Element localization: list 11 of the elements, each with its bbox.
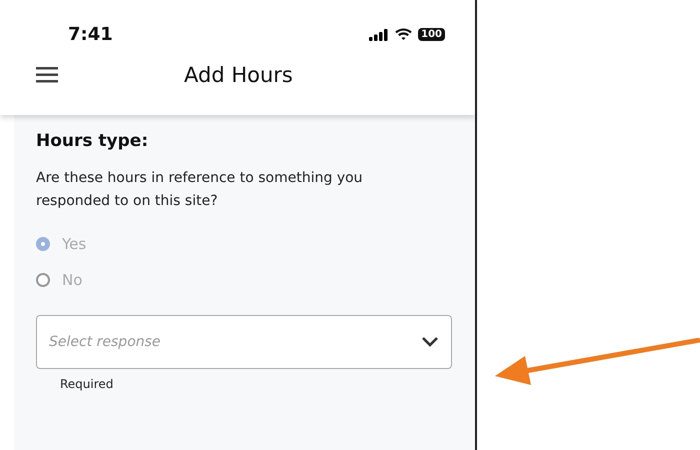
section-heading: Hours type:	[36, 131, 150, 151]
response-dropdown[interactable]: Select response	[36, 315, 452, 369]
menu-icon[interactable]	[36, 67, 58, 83]
status-time: 7:41	[68, 24, 113, 45]
chevron-down-icon	[421, 336, 439, 348]
question-text: Are these hours in reference to something you responded to on this site?	[36, 169, 364, 211]
signal-icon	[369, 28, 390, 40]
page-title: Add Hours	[184, 63, 293, 87]
required-hint: Required	[60, 377, 114, 391]
wifi-icon	[395, 28, 412, 41]
battery-level: 100	[418, 28, 445, 41]
